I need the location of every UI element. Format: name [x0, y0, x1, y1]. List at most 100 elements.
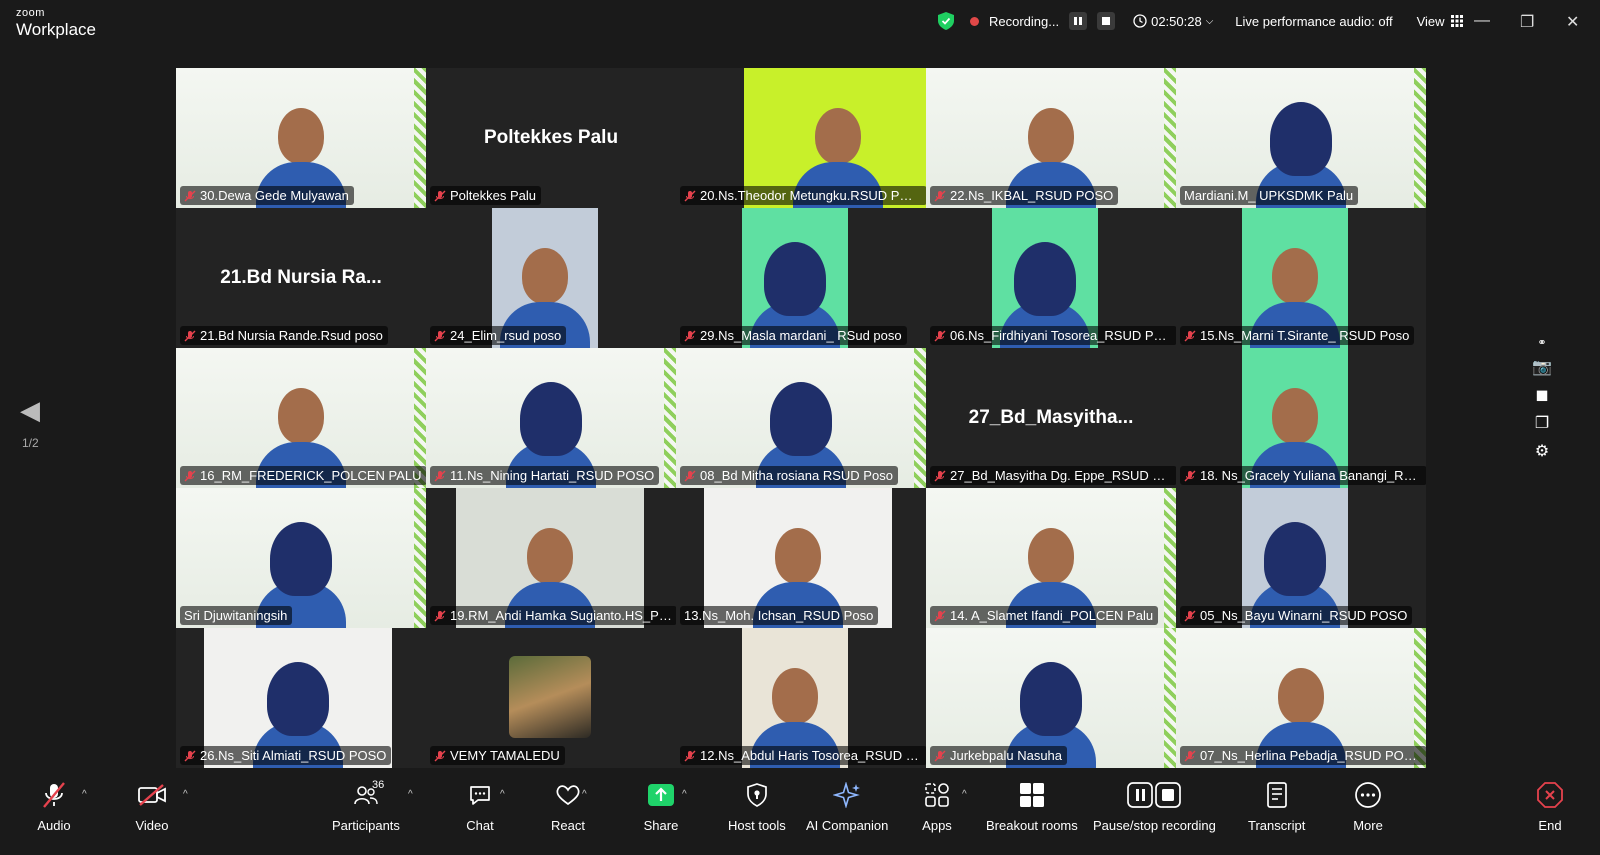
participant-name: 18. Ns_Gracely Yuliana Banangi_RSU... [1200, 468, 1422, 483]
gallery-grid: 30.Dewa Gede Mulyawan Poltekkes Palu Polte… [176, 68, 1426, 772]
participant-name: 22.Ns_IKBAL_RSUD POSO [950, 188, 1114, 203]
participant-name: 16_RM_FREDERICK_POLCEN PALU [200, 468, 422, 483]
participant-tile[interactable]: 13.Ns_Moh. Ichsan_RSUD Poso [676, 488, 926, 628]
settings-gear-icon[interactable]: ⚙ [1535, 441, 1549, 461]
participant-name: Sri Djuwitaningsih [184, 608, 288, 623]
mic-muted-icon [184, 330, 196, 341]
recording-dot-icon [970, 16, 979, 26]
participant-name-label: 24_Elim_rsud poso [430, 326, 567, 345]
participant-tile[interactable]: 21.Bd Nursia Ra... 21.Bd Nursia Rande.Rsu… [176, 208, 426, 348]
mic-muted-icon [434, 470, 446, 481]
mic-muted-icon [934, 750, 946, 761]
participant-tile[interactable]: 22.Ns_IKBAL_RSUD POSO [926, 68, 1176, 208]
chat-options-chevron-icon[interactable]: ^ [500, 789, 505, 800]
participant-name: 14. A_Slamet Ifandi_POLCEN Palu [950, 608, 1154, 623]
host-tools-button[interactable]: Host tools [728, 781, 786, 833]
participant-tile[interactable]: 26.Ns_Siti Almiati_RSUD POSO [176, 628, 426, 768]
participant-name: 15.Ns_Marni T.Sirante_ RSUD Poso [1200, 328, 1410, 343]
participant-name-label: 26.Ns_Siti Almiati_RSUD POSO [180, 746, 392, 765]
previous-page-arrow-icon[interactable]: ◀ [20, 395, 40, 426]
participant-tile[interactable]: 19.RM_Andi Hamka Sugianto.HS_Pol... [426, 488, 676, 628]
more-button[interactable]: More [1350, 781, 1386, 833]
pause-recording-button[interactable] [1069, 12, 1088, 30]
participant-tile[interactable]: 27_Bd_Masyitha... 27_Bd_Masyitha Dg. Eppe… [926, 348, 1176, 488]
participant-tile[interactable]: 11.Ns_Nining Hartati_RSUD POSO [426, 348, 676, 488]
breakout-rooms-button[interactable]: Breakout rooms [986, 781, 1078, 833]
participant-tile[interactable]: 14. A_Slamet Ifandi_POLCEN Palu [926, 488, 1176, 628]
participant-tile[interactable]: 16_RM_FREDERICK_POLCEN PALU [176, 348, 426, 488]
share-button[interactable]: Share [643, 781, 679, 833]
participant-tile[interactable]: 29.Ns_Masla mardani_ RSud poso [676, 208, 926, 348]
participant-tile[interactable]: 12.Ns_Abdul Haris Tosorea_RSUD Po... [676, 628, 926, 768]
zoom-logo: zoom Workplace [16, 7, 96, 39]
participant-tile[interactable]: 24_Elim_rsud poso [426, 208, 676, 348]
participant-tile[interactable]: VEMY TAMALEDU [426, 628, 676, 768]
participant-name: 19.RM_Andi Hamka Sugianto.HS_Pol... [450, 608, 672, 623]
video-options-chevron-icon[interactable]: ^ [183, 789, 188, 800]
link-icon[interactable]: ⚭ [1537, 336, 1546, 349]
restore-icon[interactable]: ❐ [1520, 12, 1534, 32]
minimize-icon[interactable]: — [1474, 12, 1490, 30]
meeting-timer[interactable]: 02:50:28 ⌵ [1133, 14, 1213, 29]
participant-name-label: 30.Dewa Gede Mulyawan [180, 186, 354, 205]
mic-muted-icon [1184, 610, 1196, 621]
react-options-chevron-icon[interactable]: ^ [582, 789, 587, 800]
pause-stop-recording-button[interactable]: Pause/stop recording [1093, 781, 1216, 833]
breakout-rooms-label: Breakout rooms [986, 818, 1078, 833]
mic-muted-icon [1184, 470, 1196, 481]
transcript-button[interactable]: Transcript [1248, 781, 1305, 833]
participant-tile[interactable]: 20.Ns.Theodor Metungku.RSUD POSO [676, 68, 926, 208]
chat-button[interactable]: Chat [462, 781, 498, 833]
apps-button[interactable]: Apps [919, 781, 955, 833]
end-meeting-button[interactable]: End [1532, 781, 1568, 833]
participants-button[interactable]: 36 Participants [332, 779, 400, 833]
participant-name: 08_Bd Mitha rosiana RSUD Poso [700, 468, 893, 483]
apps-options-chevron-icon[interactable]: ^ [962, 789, 967, 800]
participant-tile[interactable]: Sri Djuwitaningsih [176, 488, 426, 628]
share-options-chevron-icon[interactable]: ^ [682, 789, 687, 800]
participant-tile[interactable]: 30.Dewa Gede Mulyawan [176, 68, 426, 208]
camera-icon[interactable]: 📷 [1532, 357, 1552, 377]
participant-tile[interactable]: 06.Ns_Firdhiyani Tosorea_RSUD Poso [926, 208, 1176, 348]
participant-name-label: 12.Ns_Abdul Haris Tosorea_RSUD Po... [680, 746, 926, 765]
participant-name: 12.Ns_Abdul Haris Tosorea_RSUD Po... [700, 748, 922, 763]
participant-name: VEMY TAMALEDU [450, 748, 560, 763]
mic-muted-icon [1184, 330, 1196, 341]
mic-muted-icon [184, 470, 196, 481]
participants-options-chevron-icon[interactable]: ^ [408, 789, 413, 800]
participant-tile[interactable]: 18. Ns_Gracely Yuliana Banangi_RSU... [1176, 348, 1426, 488]
participant-tile[interactable]: Jurkebpalu Nasuha [926, 628, 1176, 768]
side-floating-tools: ⚭ 📷 ◼ ❐ ⚙ [1532, 336, 1552, 461]
ai-sparkle-icon [833, 782, 861, 808]
participant-name: 06.Ns_Firdhiyani Tosorea_RSUD Poso [950, 328, 1172, 343]
stop-recording-button[interactable] [1097, 12, 1116, 30]
close-icon[interactable]: ✕ [1566, 12, 1579, 32]
participant-tile[interactable]: 15.Ns_Marni T.Sirante_ RSUD Poso [1176, 208, 1426, 348]
mic-muted-icon [184, 750, 196, 761]
participant-name: 05_Ns_Bayu Winarni_RSUD POSO [1200, 608, 1408, 623]
audio-options-chevron-icon[interactable]: ^ [82, 789, 87, 800]
microphone-muted-icon [43, 782, 65, 808]
encryption-shield-icon[interactable] [938, 12, 954, 30]
audio-label: Audio [37, 818, 71, 833]
audio-button[interactable]: Audio [36, 781, 72, 833]
participant-tile[interactable]: 07_Ns_Herlina Pebadja_RSUD POSO [1176, 628, 1426, 768]
audio-status: Live performance audio: off [1235, 13, 1393, 29]
participant-tile[interactable]: Poltekkes Palu Poltekkes Palu [426, 68, 676, 208]
mic-muted-icon [934, 190, 946, 201]
participant-name-label: 29.Ns_Masla mardani_ RSud poso [680, 326, 907, 345]
video-camera-icon[interactable]: ◼ [1535, 385, 1548, 405]
chevron-down-icon: ⌵ [1205, 15, 1214, 27]
react-button[interactable]: React [550, 781, 586, 833]
view-button[interactable]: View [1417, 14, 1463, 29]
window-stack-icon[interactable]: ❐ [1535, 413, 1549, 433]
meeting-toolbar: Audio ^ Video ^ 36 Participants ^ Chat ^… [0, 775, 1600, 855]
participant-name-label: Jurkebpalu Nasuha [930, 746, 1068, 765]
ai-companion-button[interactable]: AI Companion [806, 781, 888, 833]
mic-muted-icon [434, 330, 446, 341]
participant-tile[interactable]: 08_Bd Mitha rosiana RSUD Poso [676, 348, 926, 488]
video-button[interactable]: Video [134, 781, 170, 833]
participant-tile[interactable]: 05_Ns_Bayu Winarni_RSUD POSO [1176, 488, 1426, 628]
brand-small: zoom [16, 7, 45, 19]
participant-tile[interactable]: Mardiani.M_ UPKSDMK Palu [1176, 68, 1426, 208]
